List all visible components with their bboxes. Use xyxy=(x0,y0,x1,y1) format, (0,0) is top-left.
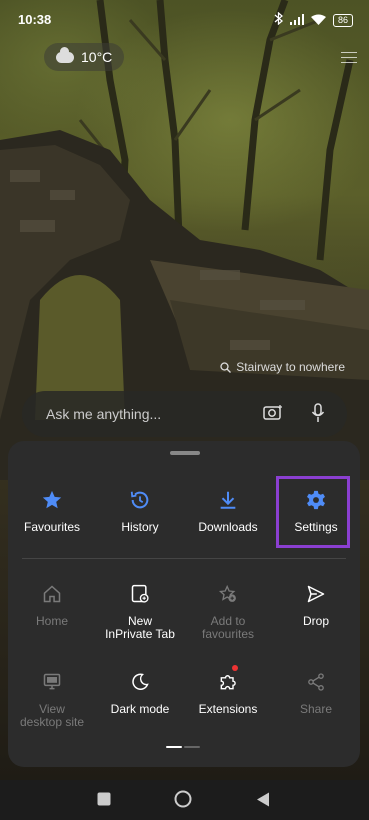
menu-item-downloads[interactable]: Downloads xyxy=(184,487,272,534)
menu-divider xyxy=(22,558,346,559)
puzzle-icon xyxy=(220,675,236,690)
status-time: 10:38 xyxy=(18,12,52,27)
menu-item-view-desktop-site[interactable]: View desktop site xyxy=(8,669,96,729)
menu-item-add-to-favourites[interactable]: Add to favourites xyxy=(184,581,272,641)
signal-icon xyxy=(289,13,304,28)
settings-highlight-box xyxy=(276,476,350,548)
search-placeholder: Ask me anything... xyxy=(46,406,162,422)
visual-search-icon[interactable] xyxy=(263,404,283,420)
battery-indicator: 86 xyxy=(332,13,353,27)
menu-item-label: History xyxy=(121,520,159,534)
moon-icon xyxy=(132,673,149,690)
home-nav-icon[interactable] xyxy=(174,790,192,808)
wallpaper-caption[interactable]: Stairway to nowhere xyxy=(220,360,345,374)
bluetooth-icon xyxy=(274,11,283,28)
history-icon xyxy=(130,491,149,509)
drag-handle[interactable] xyxy=(170,451,200,455)
menu-item-new-inprivate-tab[interactable]: New InPrivate Tab xyxy=(96,581,184,641)
caption-text: Stairway to nowhere xyxy=(236,360,345,374)
star-icon xyxy=(42,490,62,509)
menu-item-label: Home xyxy=(35,614,68,628)
inprivate-tab-icon xyxy=(131,584,149,603)
monitor-icon xyxy=(43,673,61,690)
menu-item-dark-mode[interactable]: Dark mode xyxy=(96,669,184,729)
menu-item-history[interactable]: History xyxy=(96,487,184,534)
menu-row-tertiary: View desktop site Dark mode Extensions S… xyxy=(8,665,360,729)
cloud-icon xyxy=(56,46,74,63)
home-icon xyxy=(43,585,61,603)
feed-settings-icon[interactable] xyxy=(341,48,357,70)
menu-row-secondary: Home New InPrivate Tab Add to favourites… xyxy=(8,581,360,641)
menu-item-label: Favourites xyxy=(23,520,81,534)
menu-item-label: Add to favourites xyxy=(201,614,255,641)
weather-temperature: 10°C xyxy=(81,49,113,65)
page-indicator xyxy=(166,746,200,748)
menu-item-label: Downloads xyxy=(198,520,258,534)
download-icon xyxy=(220,491,236,509)
star-add-icon xyxy=(218,584,236,602)
menu-item-label: Extensions xyxy=(198,702,258,716)
menu-item-label: Dark mode xyxy=(110,702,170,716)
menu-item-home[interactable]: Home xyxy=(8,581,96,641)
menu-item-label: New InPrivate Tab xyxy=(105,614,175,641)
microphone-icon[interactable] xyxy=(311,403,325,423)
status-bar: 10:38 86 xyxy=(0,0,369,40)
search-icon xyxy=(220,361,232,373)
extensions-notification-dot xyxy=(232,665,238,671)
system-nav-bar xyxy=(0,780,369,820)
menu-item-extensions[interactable]: Extensions xyxy=(184,669,272,729)
recents-icon[interactable] xyxy=(97,792,111,806)
menu-item-drop[interactable]: Drop xyxy=(272,581,360,641)
menu-item-share[interactable]: Share xyxy=(272,669,360,729)
search-bar[interactable]: Ask me anything... xyxy=(22,391,347,437)
wifi-icon xyxy=(310,13,326,28)
menu-item-label: Share xyxy=(299,702,333,716)
menu-item-label: Drop xyxy=(302,614,329,628)
share-icon xyxy=(308,673,324,691)
menu-item-label: View desktop site xyxy=(19,702,85,729)
weather-chip[interactable]: 10°C xyxy=(44,43,125,71)
back-icon[interactable] xyxy=(256,792,270,807)
menu-item-favourites[interactable]: Favourites xyxy=(8,487,96,534)
send-icon xyxy=(307,585,325,603)
browser-menu-sheet: Favourites History Downloads Settings Ho… xyxy=(8,441,360,767)
